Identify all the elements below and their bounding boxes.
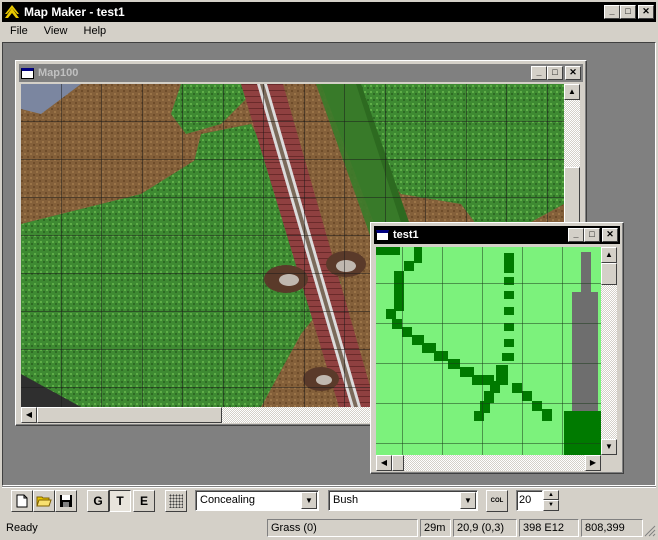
app-close-button[interactable]: ✕ <box>638 5 654 19</box>
status-pixel: 808,399 <box>581 519 643 537</box>
map-window-title: Map100 <box>38 67 79 79</box>
status-height: 29m <box>420 519 451 537</box>
menu-view[interactable]: View <box>44 25 68 37</box>
terrain-type-select[interactable]: Concealing ▼ <box>195 490 319 511</box>
status-geo: 398 E12 <box>519 519 579 537</box>
mode-e-button[interactable]: E <box>133 490 155 512</box>
minimap-hscroll-thumb[interactable] <box>392 455 404 471</box>
grid-dots-icon <box>169 494 183 508</box>
status-cell: 20,9 (0,3) <box>453 519 517 537</box>
col-label: COL <box>490 498 504 504</box>
open-file-button[interactable] <box>33 490 55 512</box>
minimap-scroll-down-button[interactable]: ▼ <box>601 439 617 455</box>
minimap-vscroll-thumb[interactable] <box>601 263 617 285</box>
app-minimize-button[interactable]: _ <box>604 5 620 19</box>
app-logo-icon <box>4 5 20 19</box>
size-value: 20 <box>519 494 532 506</box>
app-title: Map Maker - test1 <box>24 5 125 19</box>
col-button[interactable]: COL <box>486 490 508 512</box>
minimap-size-grip[interactable] <box>601 455 617 471</box>
map-minimize-button[interactable]: _ <box>531 66 547 80</box>
new-file-icon <box>16 494 28 511</box>
status-ready: Ready <box>6 522 38 534</box>
terrain-dropdown-arrow-icon[interactable]: ▼ <box>301 492 317 509</box>
object-type-value: Bush <box>333 494 359 506</box>
mode-t-button[interactable]: T <box>109 490 131 512</box>
terrain-type-value: Concealing <box>200 494 256 506</box>
minimap-image <box>376 247 601 455</box>
status-terrain: Grass (0) <box>267 519 418 537</box>
minimap-scroll-up-button[interactable]: ▲ <box>601 247 617 263</box>
map-window-icon <box>21 67 34 79</box>
menu-file[interactable]: File <box>10 25 28 37</box>
save-disk-icon <box>59 495 73 511</box>
minimap-hscroll-track[interactable] <box>392 455 585 471</box>
object-dropdown-arrow-icon[interactable]: ▼ <box>460 492 476 509</box>
object-type-select[interactable]: Bush ▼ <box>328 490 478 511</box>
size-input[interactable]: 20 <box>516 490 543 511</box>
minimap-maximize-button[interactable]: □ <box>584 228 600 242</box>
menu-help[interactable]: Help <box>84 25 107 37</box>
map-window-title-bar[interactable]: Map100 _ □ ✕ <box>19 64 583 82</box>
size-spin-down-button[interactable]: ▼ <box>543 500 559 511</box>
minimap-scroll-left-button[interactable]: ◀ <box>376 455 392 471</box>
minimap-close-button[interactable]: ✕ <box>602 228 618 242</box>
app-maximize-button[interactable]: □ <box>620 5 636 19</box>
map-maximize-button[interactable]: □ <box>547 66 563 80</box>
minimap-canvas[interactable] <box>376 247 601 455</box>
map-hscroll-thumb[interactable] <box>37 407 222 423</box>
minimap-window[interactable]: test1 _ □ ✕ ▲ ▼ ◀ ▶ <box>370 222 624 474</box>
minimap-window-icon <box>376 229 389 241</box>
save-button[interactable] <box>55 490 77 512</box>
map-scroll-left-button[interactable]: ◀ <box>21 407 37 423</box>
minimap-window-title: test1 <box>393 229 419 241</box>
new-file-button[interactable] <box>11 490 33 512</box>
grid-toggle-button[interactable] <box>165 490 187 512</box>
toolbar-separator <box>2 486 656 488</box>
minimap-minimize-button[interactable]: _ <box>568 228 584 242</box>
size-spin-up-button[interactable]: ▲ <box>543 490 559 500</box>
minimap-title-bar[interactable]: test1 _ □ ✕ <box>374 226 620 244</box>
status-size-grip[interactable] <box>644 525 656 537</box>
folder-open-icon <box>36 496 52 511</box>
app-title-bar[interactable]: Map Maker - test1 _ □ ✕ <box>2 2 656 22</box>
minimap-scroll-right-button[interactable]: ▶ <box>585 455 601 471</box>
minimap-vscroll-track[interactable] <box>601 263 617 439</box>
mode-g-button[interactable]: G <box>87 490 109 512</box>
map-close-button[interactable]: ✕ <box>565 66 581 80</box>
menu-bar: File View Help <box>10 25 119 41</box>
size-spinner[interactable]: ▲ ▼ <box>543 490 559 511</box>
map-scroll-up-button[interactable]: ▲ <box>564 84 580 100</box>
